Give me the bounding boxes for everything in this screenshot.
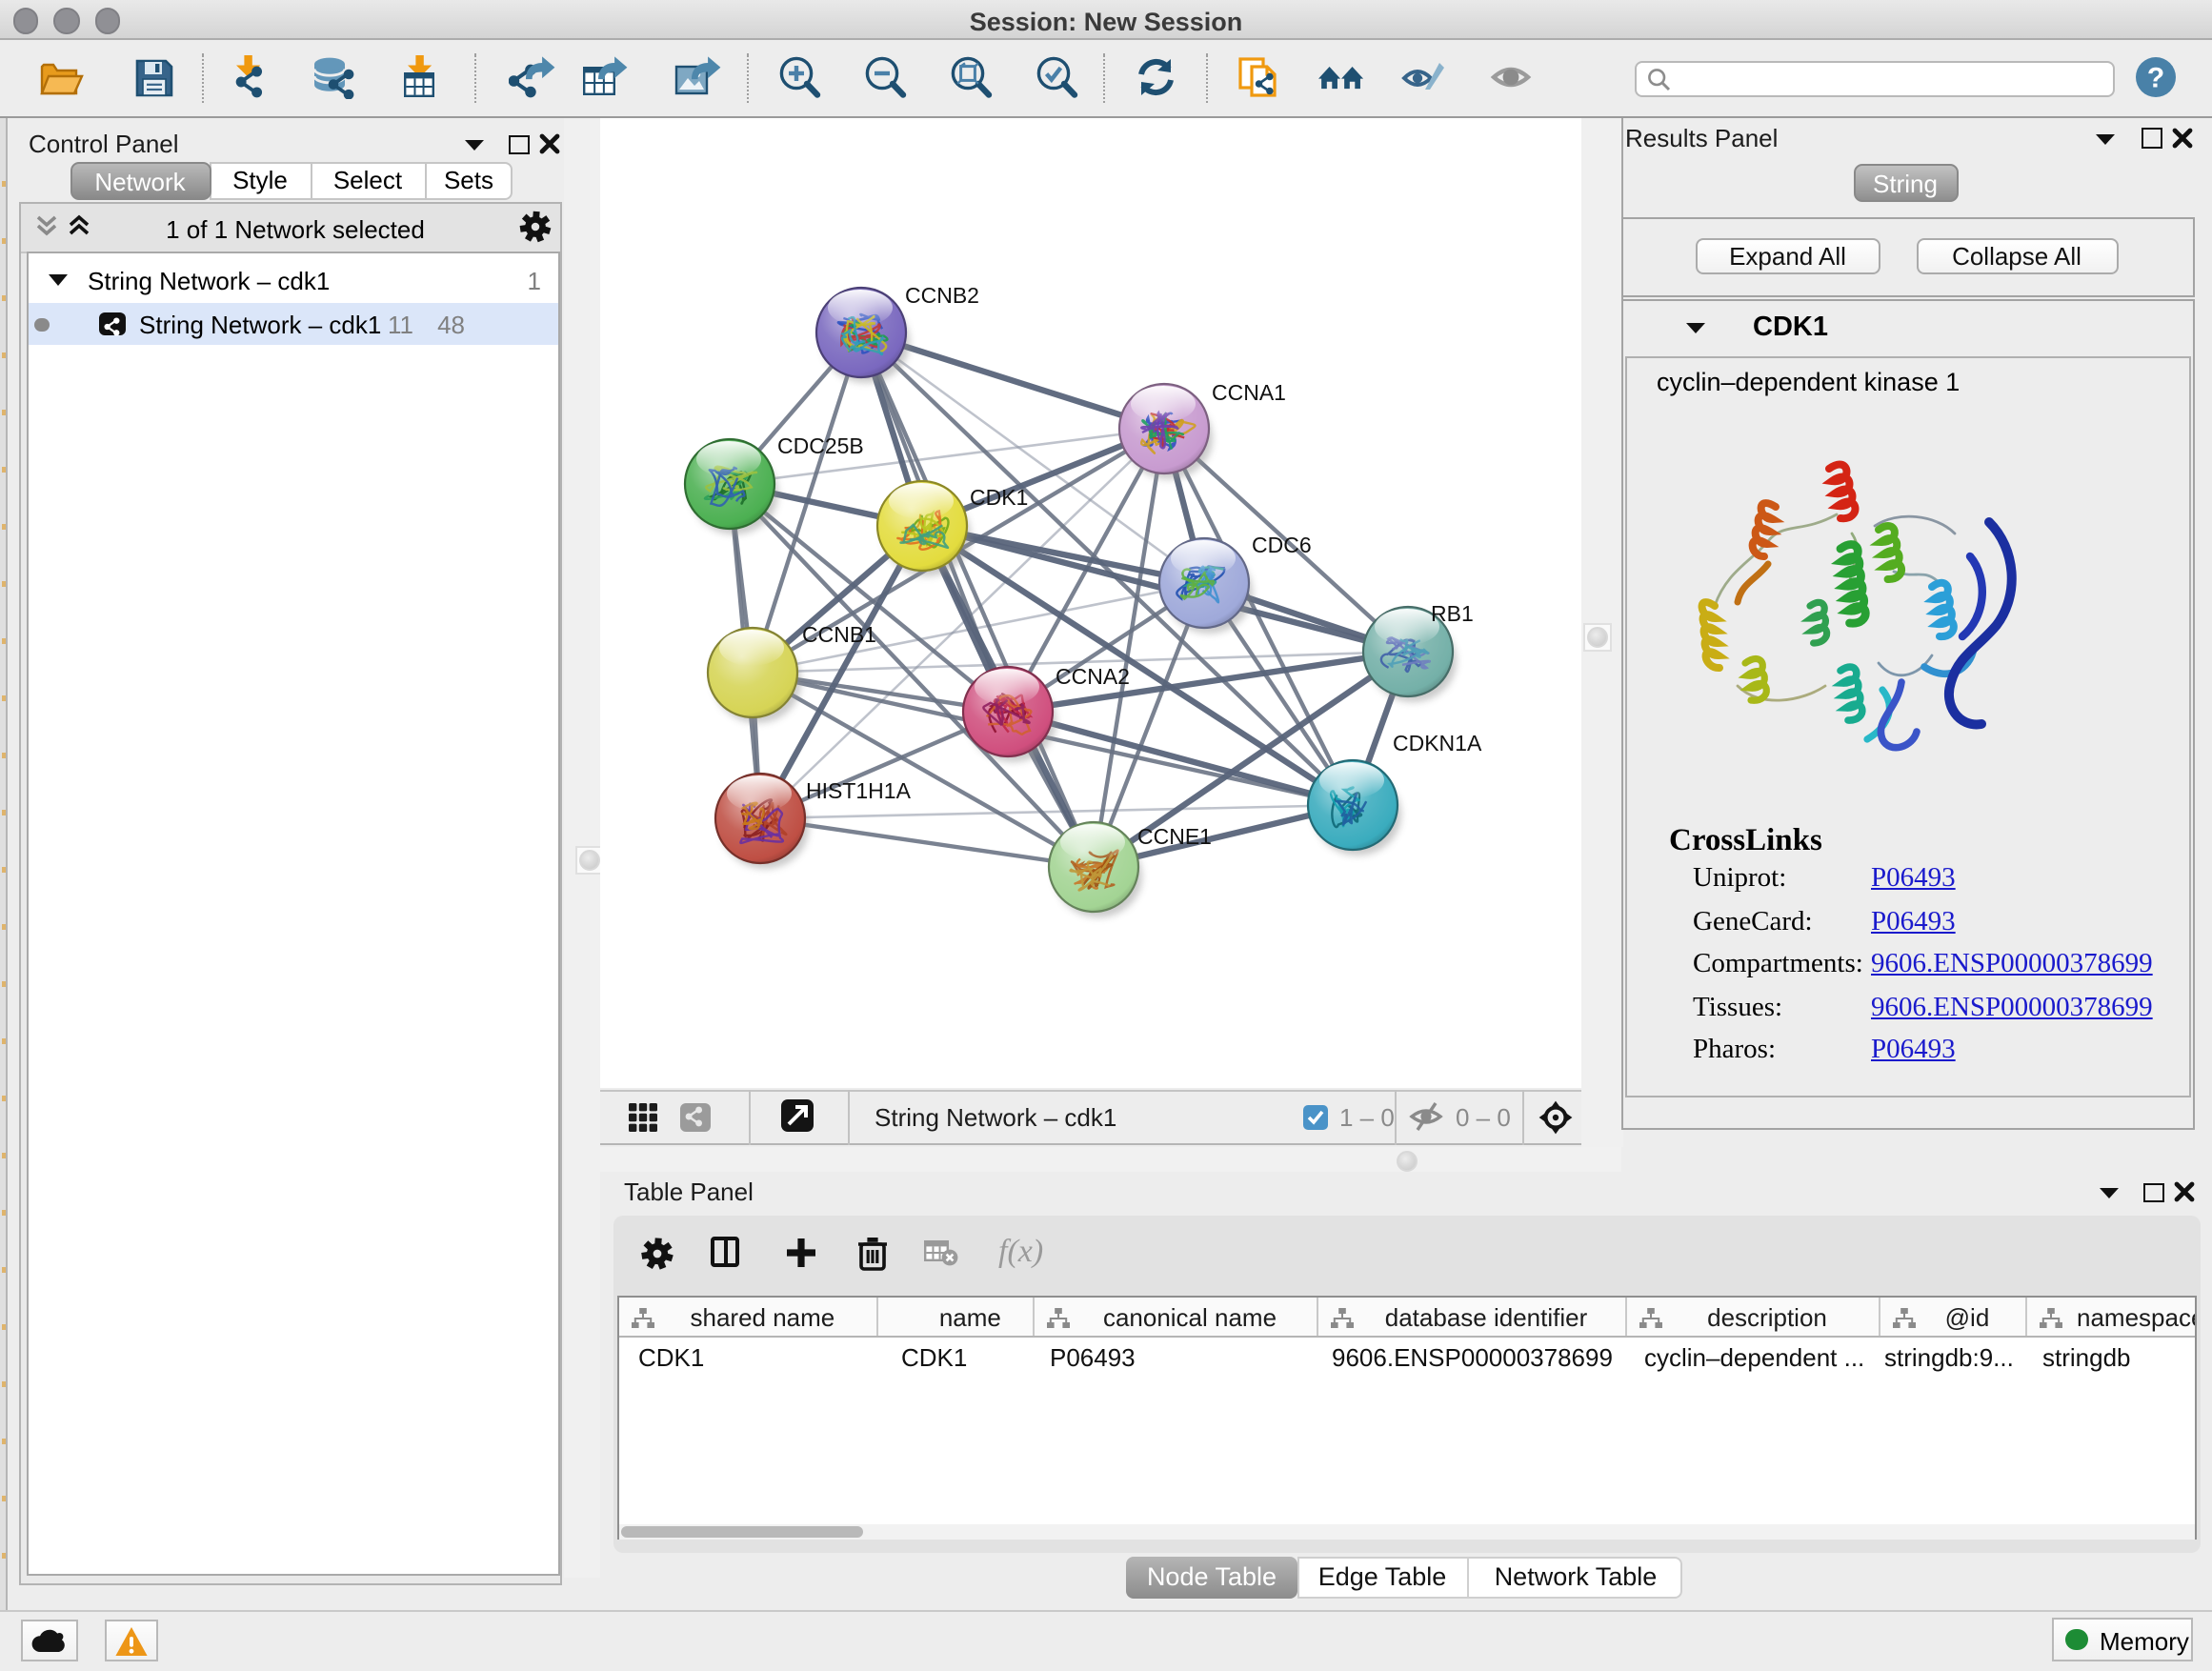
svg-text:CCNA2: CCNA2: [1056, 664, 1130, 689]
svg-text:HIST1H1A: HIST1H1A: [806, 778, 912, 803]
svg-text:CDC25B: CDC25B: [777, 433, 864, 458]
svg-text:CCNB1: CCNB1: [802, 622, 876, 647]
svg-text:CDC6: CDC6: [1252, 533, 1312, 557]
svg-text:?: ?: [2147, 63, 2164, 94]
svg-text:CDK1: CDK1: [970, 485, 1028, 510]
svg-text:CCNA1: CCNA1: [1212, 380, 1286, 405]
svg-text:CCNE1: CCNE1: [1137, 824, 1212, 849]
svg-text:CCNB2: CCNB2: [905, 283, 979, 308]
svg-text:RB1: RB1: [1431, 601, 1474, 626]
svg-text:CDKN1A: CDKN1A: [1393, 731, 1482, 755]
